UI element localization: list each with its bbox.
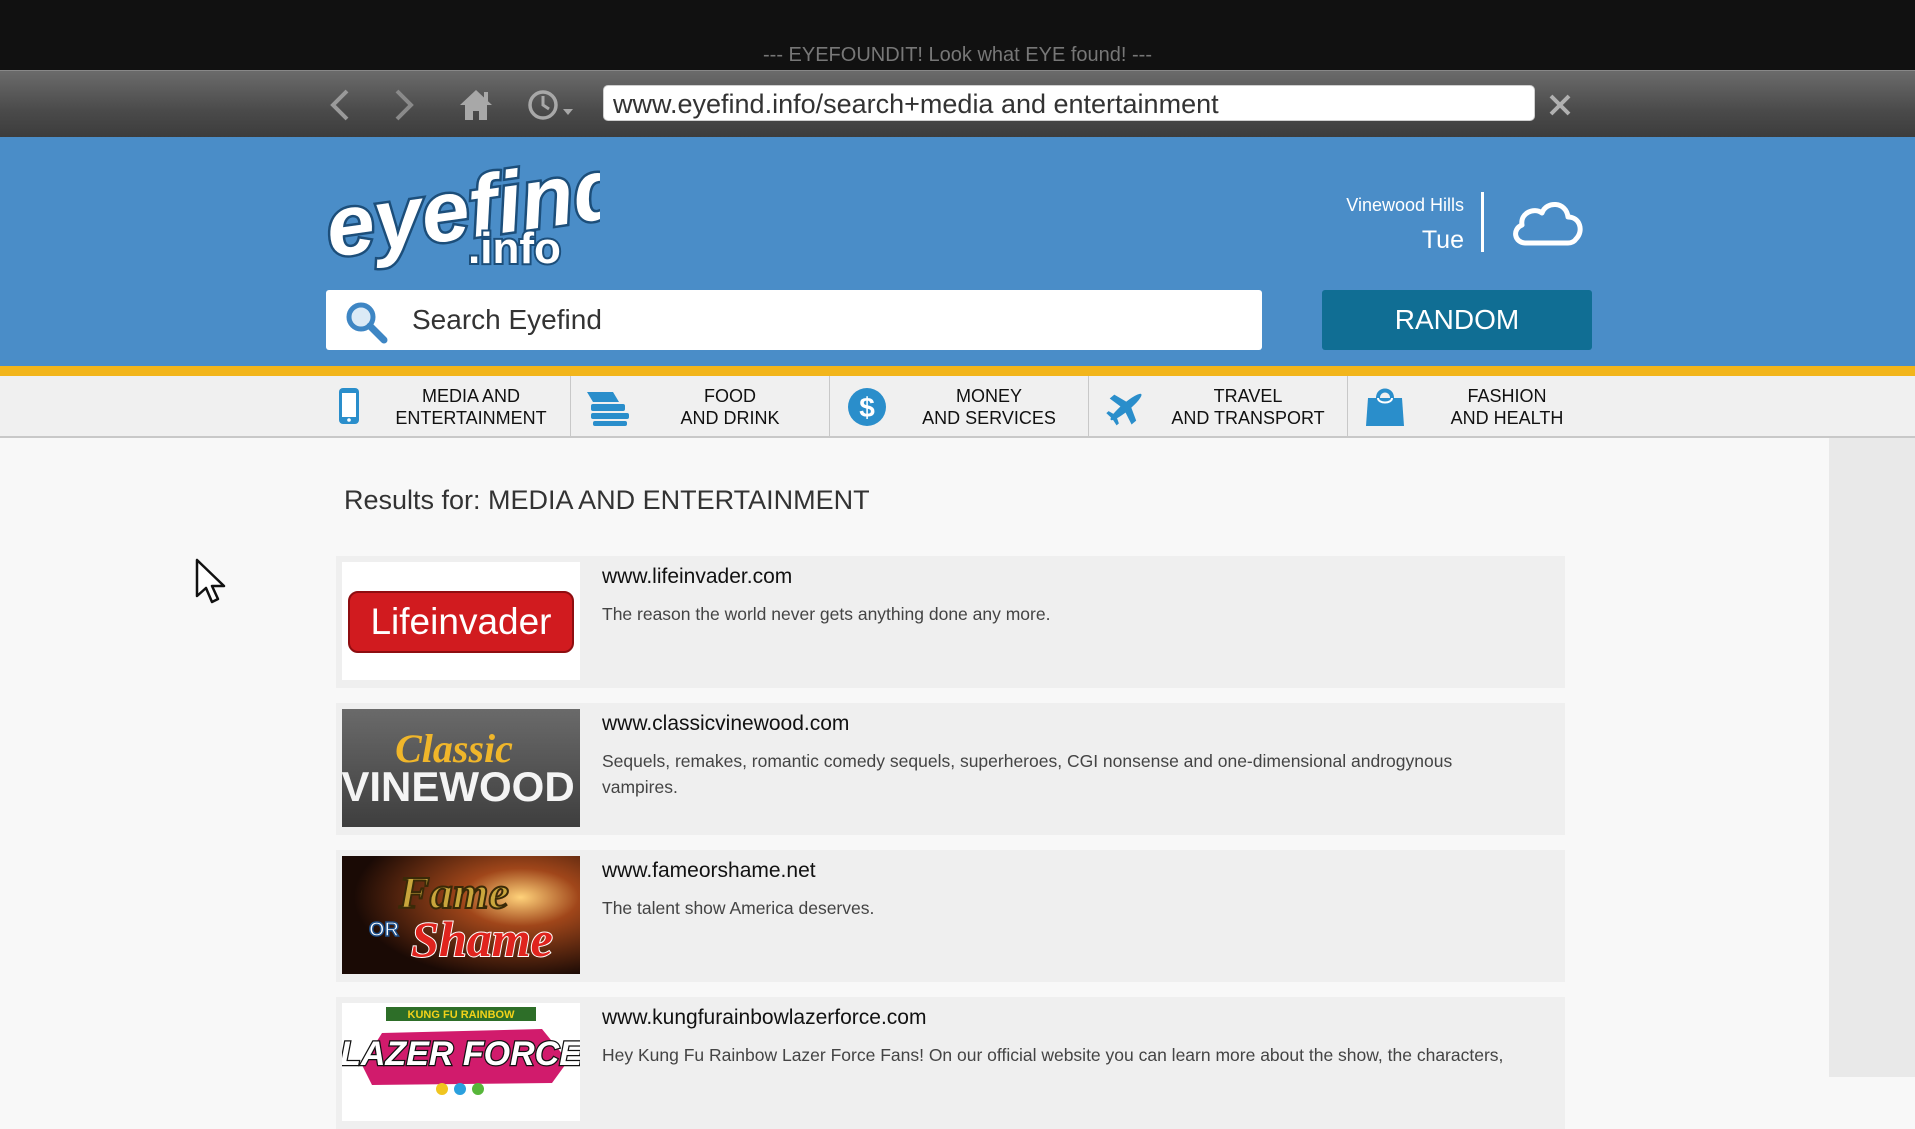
close-icon[interactable] [1538, 83, 1582, 127]
svg-text:$: $ [859, 392, 875, 423]
result-description: The reason the world never gets anything… [602, 604, 1051, 624]
header-stripe [0, 366, 1915, 376]
random-button[interactable]: RANDOM [1322, 290, 1592, 350]
category-money-services[interactable]: $ MONEY AND SERVICES [830, 376, 1089, 436]
category-label: FOOD AND DRINK [680, 386, 780, 428]
results-title: Results for: MEDIA AND ENTERTAINMENT [344, 485, 870, 515]
fame-or-shame-logo-image[interactable]: Fame OR Shame [342, 856, 580, 974]
right-gutter [1829, 438, 1915, 1077]
result-item[interactable]: Fame OR Shame www.fameorshame.net The ta… [336, 850, 1565, 982]
category-fashion-health[interactable]: FASHION AND HEALTH [1348, 376, 1606, 436]
airplane-icon [1106, 393, 1142, 426]
home-icon[interactable] [454, 83, 498, 127]
category-label: TRAVEL AND TRANSPORT [1171, 386, 1325, 428]
svg-text:VINEWOOD: VINEWOOD [342, 763, 575, 810]
svg-text:Shame: Shame [411, 911, 553, 967]
mouse-cursor-icon [195, 558, 226, 604]
search-input[interactable]: Search Eyefind [326, 290, 1262, 350]
result-url[interactable]: www.fameorshame.net [602, 859, 816, 883]
svg-text:LAZER FORCE: LAZER FORCE [342, 1035, 580, 1073]
category-nav: MEDIA AND ENTERTAINMENT FOOD AND DRINK $ M… [0, 376, 1915, 438]
result-item[interactable]: Classic VINEWOOD www.classicvinewood.com… [336, 703, 1565, 835]
browser-toolbar: www.eyefind.info/search+media and entert… [0, 70, 1915, 138]
result-description: The talent show America deserves. [602, 898, 875, 918]
result-item[interactable]: KUNG FU RAINBOW LAZER FORCE www.kungfura… [336, 997, 1565, 1129]
category-label: MEDIA AND ENTERTAINMENT [395, 386, 547, 428]
tablet-icon [339, 388, 359, 424]
lifeinvader-logo-image[interactable]: Lifeinvader [342, 562, 580, 680]
location-day: Tue [1421, 226, 1464, 254]
category-travel-transport[interactable]: TRAVEL AND TRANSPORT [1089, 376, 1348, 436]
result-url[interactable]: www.kungfurainbowlazerforce.com [602, 1006, 926, 1030]
search-placeholder: Search Eyefind [412, 304, 602, 335]
location-info: Vinewood Hills Tue [1280, 195, 1464, 255]
weather-divider [1481, 192, 1484, 252]
forward-arrow-icon[interactable] [382, 83, 426, 127]
dollar-icon: $ [848, 388, 886, 426]
result-description: Hey Kung Fu Rainbow Lazer Force Fans! On… [602, 1045, 1504, 1065]
food-icon [587, 392, 629, 426]
back-arrow-icon[interactable] [318, 83, 362, 127]
category-label: FASHION AND HEALTH [1450, 386, 1564, 428]
category-media-entertainment[interactable]: MEDIA AND ENTERTAINMENT [312, 376, 571, 436]
search-icon [346, 302, 388, 344]
window-title-bar: --- EYEFOUNDIT! Look what EYE found! --- [0, 0, 1915, 70]
url-bar[interactable]: www.eyefind.info/search+media and entert… [603, 85, 1535, 121]
category-food-drink[interactable]: FOOD AND DRINK [571, 376, 830, 436]
result-url[interactable]: www.classicvinewood.com [602, 712, 849, 736]
result-item[interactable]: Lifeinvader www.lifeinvader.com The reas… [336, 556, 1565, 688]
shopping-bag-icon [1366, 388, 1404, 426]
result-description: Sequels, remakes, romantic comedy sequel… [602, 751, 1453, 797]
classic-vinewood-logo-image[interactable]: Classic VINEWOOD [342, 709, 580, 827]
history-clock-icon[interactable] [522, 83, 582, 127]
logo-sub: .info [468, 224, 561, 273]
svg-text:KUNG FU RAINBOW: KUNG FU RAINBOW [408, 1009, 516, 1021]
svg-text:OR: OR [369, 919, 400, 941]
kung-fu-rainbow-lazer-force-logo-image[interactable]: KUNG FU RAINBOW LAZER FORCE [342, 1003, 580, 1121]
eyefind-logo[interactable]: eyefind .info [318, 155, 600, 273]
window-title: --- EYEFOUNDIT! Look what EYE found! --- [763, 44, 1152, 66]
site-header: eyefind .info Vinewood Hills Tue Search … [0, 137, 1915, 366]
cloud-icon [1513, 202, 1583, 246]
svg-text:Lifeinvader: Lifeinvader [370, 601, 551, 642]
location-city: Vinewood Hills [1346, 195, 1464, 215]
category-label: MONEY AND SERVICES [922, 386, 1056, 428]
result-url[interactable]: www.lifeinvader.com [602, 565, 792, 589]
